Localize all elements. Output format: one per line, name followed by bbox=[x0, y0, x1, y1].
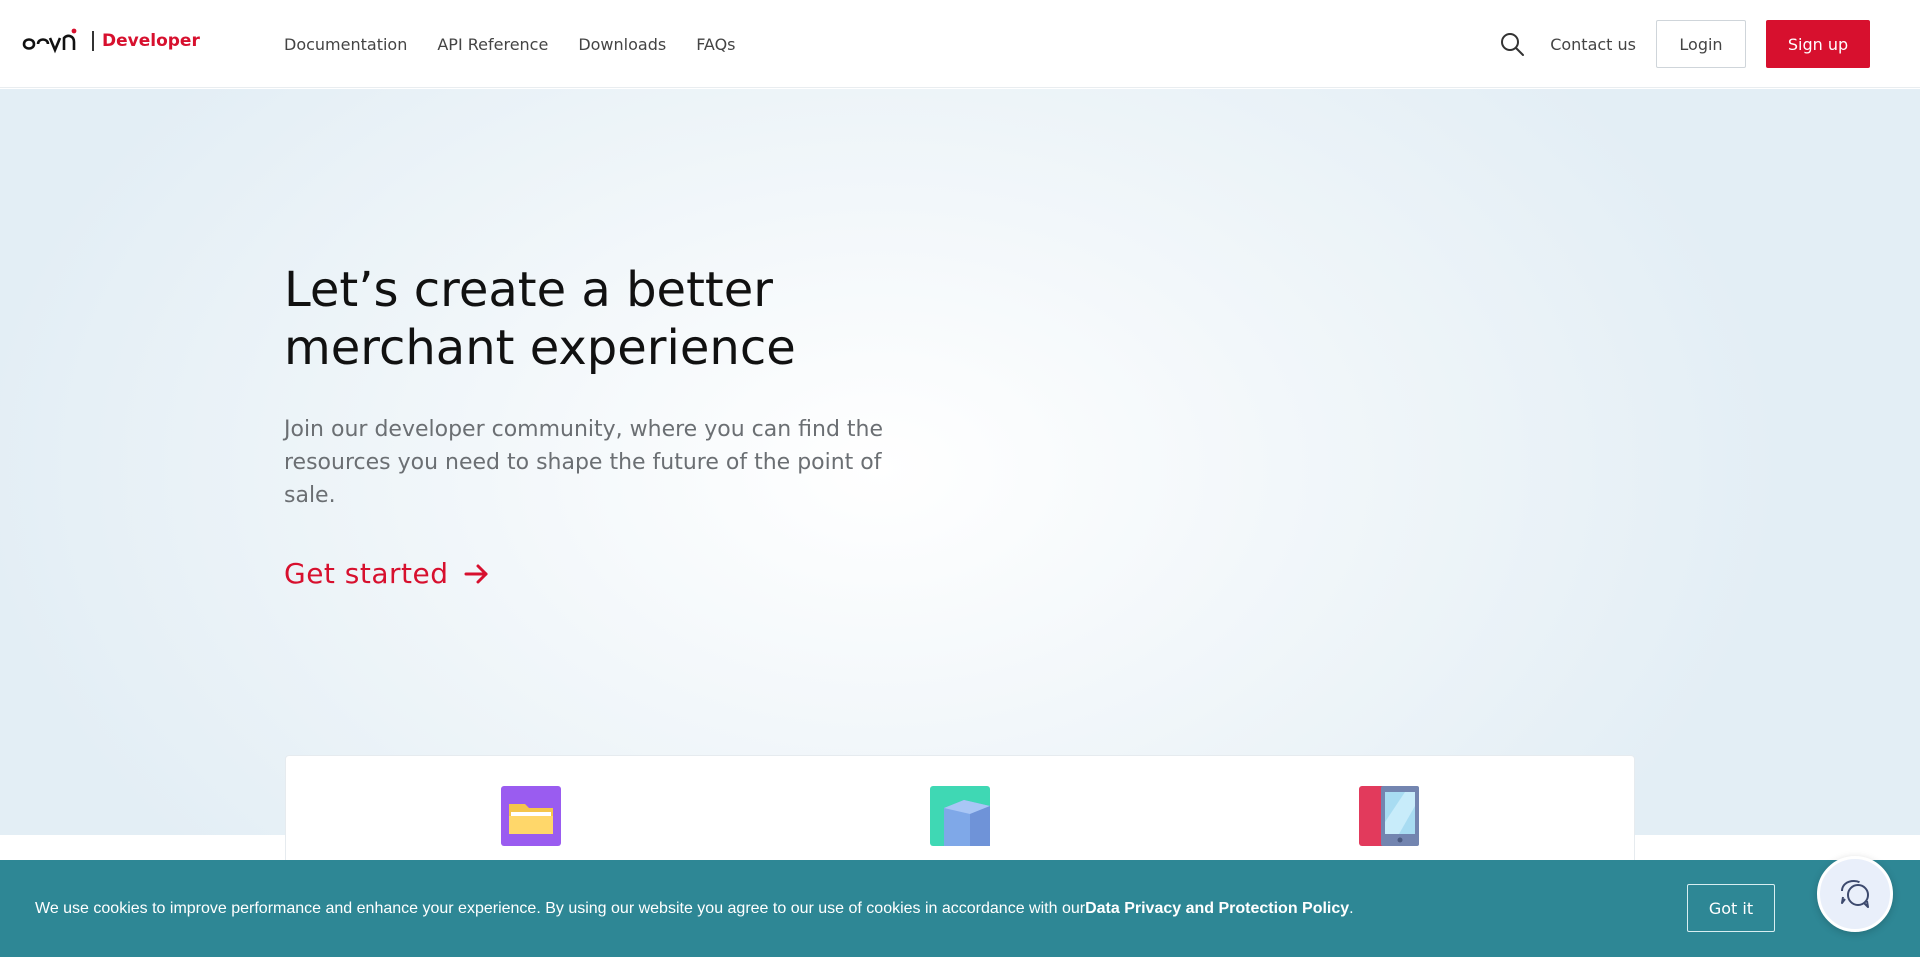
cookie-text-end: . bbox=[1349, 899, 1354, 917]
contact-us-link[interactable]: Contact us bbox=[1550, 35, 1636, 54]
cookie-banner: We use cookies to improve performance an… bbox=[0, 860, 1920, 957]
arrow-right-icon bbox=[464, 564, 488, 583]
cookie-message: We use cookies to improve performance an… bbox=[35, 860, 1354, 957]
hero-title-line1: Let’s create a better bbox=[284, 262, 773, 318]
nav-api-reference[interactable]: API Reference bbox=[437, 35, 548, 54]
logo-developer-label: Developer bbox=[102, 31, 200, 51]
login-button[interactable]: Login bbox=[1656, 20, 1746, 68]
main-nav: Documentation API Reference Downloads FA… bbox=[284, 0, 736, 88]
brand-logo[interactable]: Developer bbox=[20, 26, 200, 56]
chat-icon bbox=[1841, 879, 1869, 908]
search-icon[interactable] bbox=[1498, 30, 1526, 58]
nav-downloads[interactable]: Downloads bbox=[578, 35, 666, 54]
hero-title-line2: merchant experience bbox=[284, 320, 796, 376]
got-it-button[interactable]: Got it bbox=[1687, 884, 1775, 932]
header-actions: Contact us Login Sign up bbox=[1498, 0, 1870, 88]
folder-icon[interactable] bbox=[501, 786, 561, 846]
logo-mark-icon bbox=[22, 28, 77, 54]
get-started-link[interactable]: Get started bbox=[284, 557, 491, 590]
hero-section: Let’s create a better merchant experienc… bbox=[0, 89, 1920, 835]
signup-button[interactable]: Sign up bbox=[1766, 20, 1870, 68]
cookie-text: We use cookies to improve performance an… bbox=[35, 899, 1086, 917]
chat-widget-button[interactable] bbox=[1817, 856, 1893, 932]
get-started-label: Get started bbox=[284, 557, 449, 590]
hero-subtitle: Join our developer community, where you … bbox=[284, 417, 884, 508]
hero-title: Let’s create a better merchant experienc… bbox=[284, 261, 984, 377]
tablet-icon[interactable] bbox=[1359, 786, 1419, 846]
box-icon[interactable] bbox=[930, 786, 990, 846]
privacy-policy-link[interactable]: Data Privacy and Protection Policy bbox=[1085, 900, 1349, 918]
nav-faqs[interactable]: FAQs bbox=[696, 35, 735, 54]
logo-divider bbox=[92, 31, 94, 51]
site-header: Developer Documentation API Reference Do… bbox=[0, 0, 1920, 88]
nav-documentation[interactable]: Documentation bbox=[284, 35, 407, 54]
